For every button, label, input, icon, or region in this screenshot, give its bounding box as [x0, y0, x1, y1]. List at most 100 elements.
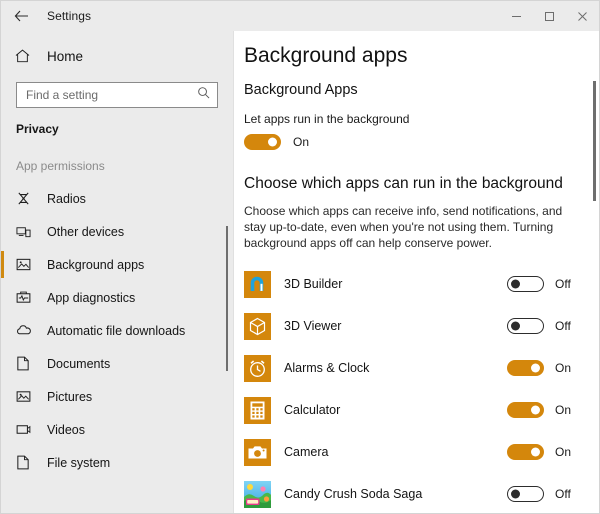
app-name: 3D Viewer	[284, 319, 342, 333]
window-title: Settings	[47, 9, 92, 23]
sidebar-item-pictures[interactable]: Pictures	[1, 380, 234, 413]
app-name: Camera	[284, 445, 329, 459]
master-toggle-row: On	[234, 126, 599, 150]
title-bar: Settings	[1, 1, 599, 31]
cloud-icon	[16, 323, 40, 338]
radio-tower-icon	[16, 191, 40, 206]
content-scrollbar-thumb[interactable]	[593, 81, 596, 201]
toggle-knob	[511, 321, 520, 331]
app-toggle-container: Off	[507, 486, 585, 502]
sidebar-item-videos[interactable]: Videos	[1, 413, 234, 446]
sidebar-home-label: Home	[47, 48, 84, 64]
app-toggle[interactable]	[507, 276, 544, 292]
search-input[interactable]	[17, 83, 187, 107]
document-icon	[16, 356, 40, 371]
3d-viewer-app-icon	[244, 312, 271, 340]
picture-icon	[16, 389, 40, 404]
sidebar: Home Privacy App permissions	[1, 31, 234, 513]
search-icon[interactable]	[197, 86, 210, 104]
app-toggle-container: On	[507, 402, 585, 418]
window-controls	[500, 1, 599, 31]
description-text: Choose which apps can receive info, send…	[244, 204, 563, 250]
maximize-icon	[544, 11, 555, 22]
picture-frame-icon	[16, 257, 40, 272]
toggle-knob	[511, 489, 520, 499]
sidebar-item-radios[interactable]: Radios	[1, 182, 234, 215]
sidebar-item-background-apps[interactable]: Background apps	[1, 248, 234, 281]
app-row: Alarms & Clock On	[234, 347, 599, 389]
app-toggle[interactable]	[507, 444, 544, 460]
toggle-knob	[511, 279, 520, 289]
calculator-app-icon	[244, 396, 271, 424]
video-icon	[16, 422, 40, 437]
app-toggle[interactable]	[507, 486, 544, 502]
app-name: Alarms & Clock	[284, 361, 370, 375]
content-panel: Background apps Background Apps Let apps…	[234, 31, 599, 513]
toggle-knob	[531, 447, 540, 457]
sidebar-item-label: Automatic file downloads	[47, 323, 186, 338]
document-icon	[16, 455, 40, 470]
sidebar-item-label: File system	[47, 455, 111, 470]
section-heading: Background Apps	[244, 82, 358, 98]
app-toggle[interactable]	[507, 318, 544, 334]
sidebar-nav-list: Radios Other devices Background apps App…	[1, 182, 234, 479]
app-name: 3D Builder	[284, 277, 343, 291]
diagnostics-icon	[16, 290, 40, 305]
app-toggle[interactable]	[507, 402, 544, 418]
sidebar-item-app-diagnostics[interactable]: App diagnostics	[1, 281, 234, 314]
app-row: Camera On	[234, 431, 599, 473]
home-icon	[15, 49, 41, 63]
app-toggle-container: On	[507, 360, 585, 376]
app-row: Calculator On	[234, 389, 599, 431]
back-button[interactable]	[1, 1, 41, 31]
close-icon	[577, 11, 588, 22]
settings-window: Settings Home Find a setting Privacy App…	[0, 0, 600, 514]
app-toggle-container: On	[507, 444, 585, 460]
app-toggle-state: On	[555, 445, 572, 459]
close-button[interactable]	[566, 1, 599, 31]
app-name: Candy Crush Soda Saga	[284, 487, 423, 501]
app-toggle-state: On	[555, 403, 572, 417]
minimize-button[interactable]	[500, 1, 533, 31]
alarms-clock-app-icon	[244, 354, 271, 382]
app-toggle-state: On	[555, 361, 572, 375]
devices-icon	[16, 224, 40, 239]
sidebar-item-automatic-file-downloads[interactable]: Automatic file downloads	[1, 314, 234, 347]
master-toggle-state: On	[293, 135, 310, 149]
sidebar-item-label: Other devices	[47, 224, 125, 239]
app-toggle-state: Off	[555, 319, 571, 333]
sidebar-item-label: Documents	[47, 356, 111, 371]
sidebar-item-file-system[interactable]: File system	[1, 446, 234, 479]
master-toggle-label: Let apps run in the background	[244, 112, 410, 126]
minimize-icon	[511, 11, 522, 22]
app-toggle-state: Off	[555, 487, 571, 501]
sidebar-item-home[interactable]: Home	[1, 39, 234, 73]
master-toggle[interactable]	[244, 134, 281, 150]
search-container	[1, 73, 234, 108]
toggle-knob	[268, 137, 277, 147]
sidebar-group-label: App permissions	[16, 159, 105, 173]
toggle-knob	[531, 363, 540, 373]
sidebar-item-label: App diagnostics	[47, 290, 136, 305]
app-row: Candy Crush Soda Saga Off	[234, 473, 599, 513]
app-list: 3D Builder Off 3D Viewer Off Alarms & Cl…	[234, 263, 599, 513]
sidebar-scrollbar-thumb[interactable]	[226, 226, 228, 371]
back-arrow-icon	[14, 10, 29, 22]
choose-heading: Choose which apps can run in the backgro…	[244, 175, 563, 192]
app-row: 3D Builder Off	[234, 263, 599, 305]
maximize-button[interactable]	[533, 1, 566, 31]
sidebar-category-title: Privacy	[16, 122, 59, 136]
sidebar-item-documents[interactable]: Documents	[1, 347, 234, 380]
search-box[interactable]	[16, 82, 218, 108]
app-toggle[interactable]	[507, 360, 544, 376]
page-title: Background apps	[244, 44, 408, 67]
3d-builder-app-icon	[244, 270, 271, 298]
sidebar-item-label: Pictures	[47, 389, 93, 404]
app-toggle-container: Off	[507, 276, 585, 292]
sidebar-item-label: Background apps	[47, 257, 145, 272]
app-toggle-state: Off	[555, 277, 571, 291]
app-row: 3D Viewer Off	[234, 305, 599, 347]
app-toggle-container: Off	[507, 318, 585, 334]
sidebar-item-other-devices[interactable]: Other devices	[1, 215, 234, 248]
app-name: Calculator	[284, 403, 341, 417]
